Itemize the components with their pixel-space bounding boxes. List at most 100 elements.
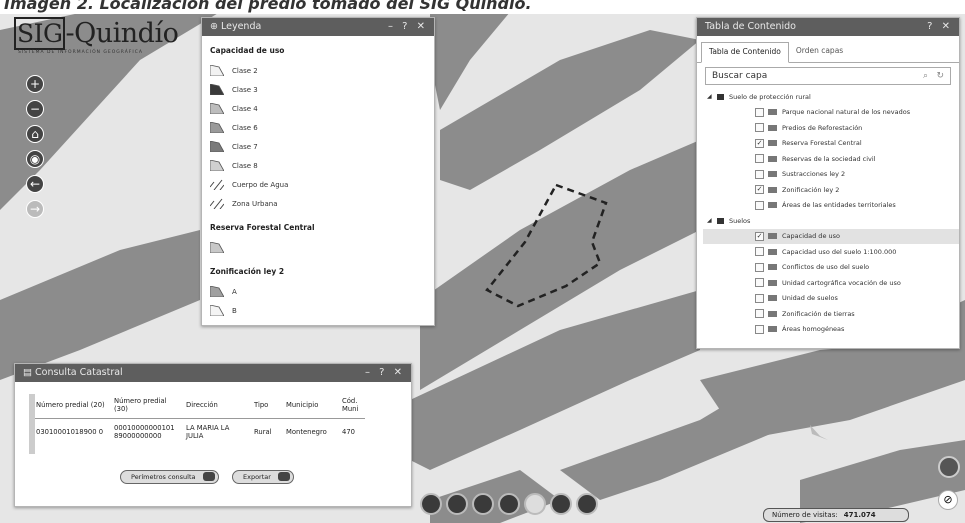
layer-search-input[interactable]: Buscar capa ⌕ ↻ <box>705 67 951 85</box>
layer-group[interactable]: ◢ Suelos <box>703 213 959 229</box>
table-cell: 03010001018900 0 <box>36 428 104 436</box>
legend-swatch-icon <box>210 305 224 316</box>
column-header: Número predial (20) <box>33 392 111 419</box>
expand-icon[interactable]: ◢ <box>707 93 717 100</box>
perimetros-consulta-button[interactable]: Perímetros consulta <box>120 470 219 484</box>
layer-item[interactable]: Áreas homogéneas <box>703 322 959 338</box>
layer-item[interactable]: Capacidad uso del suelo 1:100.000 <box>703 244 959 260</box>
table-scrollbar[interactable] <box>29 394 35 454</box>
column-header: Dirección <box>183 392 251 419</box>
layer-icon <box>768 248 777 255</box>
layer-item[interactable]: ✓ Capacidad de uso <box>703 228 959 244</box>
layer-checkbox[interactable] <box>755 154 764 164</box>
layer-item[interactable]: ✓ Reserva Forestal Central <box>703 136 959 152</box>
legend-item: Zona Urbana <box>210 194 426 213</box>
legend-swatch-icon <box>210 198 224 209</box>
toc-header[interactable]: Tabla de Contenido ? ✕ <box>697 18 959 36</box>
table-header-row: Número predial (20) Número predial (30) … <box>33 392 365 419</box>
refresh-icon[interactable]: ↻ <box>936 68 944 84</box>
layer-checkbox[interactable] <box>755 107 764 117</box>
layer-checkbox[interactable]: ✓ <box>755 231 764 241</box>
legend-item-label: Cuerpo de Agua <box>232 180 289 189</box>
layer-checkbox[interactable] <box>755 200 764 210</box>
consulta-header[interactable]: ▤ Consulta Catastral – ? ✕ <box>15 364 411 382</box>
layer-checkbox[interactable] <box>755 278 764 288</box>
layer-item[interactable]: Reservas de la sociedad civil <box>703 151 959 167</box>
legend-swatch-icon <box>210 84 224 95</box>
layer-checkbox[interactable]: ✓ <box>755 138 764 148</box>
hide-icon[interactable]: ⊘ <box>938 490 958 510</box>
legend-swatch-icon <box>210 141 224 152</box>
select-tool-icon[interactable] <box>498 493 520 515</box>
table-cell: 00010000000101 89000000000 <box>114 424 175 440</box>
legend-item-label: Clase 7 <box>232 142 258 151</box>
legend-item: Clase 4 <box>210 99 426 118</box>
layer-checkbox[interactable] <box>755 262 764 272</box>
zoom-in-button[interactable]: + <box>26 75 44 93</box>
layer-group[interactable]: ◢ Suelo de protección rural <box>703 89 959 105</box>
layer-label: Reservas de la sociedad civil <box>782 154 876 163</box>
print-tool-icon[interactable] <box>576 493 598 515</box>
layer-item[interactable]: Zonificación de tierras <box>703 306 959 322</box>
identify-tool-icon[interactable] <box>472 493 494 515</box>
legend-window-controls[interactable]: – ? ✕ <box>388 18 428 36</box>
legend-window[interactable]: ⊕ Leyenda – ? ✕ Capacidad de uso Clase 2 C… <box>201 17 435 326</box>
draw-tool-icon[interactable] <box>446 493 468 515</box>
layer-checkbox[interactable] <box>755 309 764 319</box>
layer-item[interactable]: Unidad de suelos <box>703 291 959 307</box>
layer-checkbox[interactable] <box>755 293 764 303</box>
layer-item[interactable]: Unidad cartográfica vocación de uso <box>703 275 959 291</box>
layer-item[interactable]: Áreas de las entidades territoriales <box>703 198 959 214</box>
locate-button[interactable]: ◉ <box>26 150 44 168</box>
layer-checkbox[interactable] <box>755 247 764 257</box>
layer-label: Predios de Reforestación <box>782 123 863 132</box>
zoom-out-button[interactable]: − <box>26 100 44 118</box>
layer-icon <box>768 233 777 240</box>
toc-tabs: Tabla de Contenido Orden capas <box>697 36 959 63</box>
layer-checkbox[interactable] <box>755 324 764 334</box>
tab-tabla-contenido[interactable]: Tabla de Contenido <box>701 42 789 63</box>
consulta-window-controls[interactable]: – ? ✕ <box>365 364 405 382</box>
layer-item[interactable]: Predios de Reforestación <box>703 120 959 136</box>
legend-header[interactable]: ⊕ Leyenda – ? ✕ <box>202 18 434 36</box>
legend-item-label: Clase 2 <box>232 66 258 75</box>
layer-item[interactable]: Sustracciones ley 2 <box>703 167 959 183</box>
expand-icon[interactable]: ◢ <box>707 217 717 224</box>
toc-window[interactable]: Tabla de Contenido ? ✕ Tabla de Contenid… <box>696 17 960 349</box>
basemap-button[interactable] <box>938 456 960 478</box>
exportar-button[interactable]: Exportar <box>232 470 294 484</box>
layer-item[interactable]: Parque nacional natural de los nevados <box>703 105 959 121</box>
settings-tool-icon[interactable] <box>550 493 572 515</box>
measure-tool-icon[interactable] <box>420 493 442 515</box>
home-button[interactable]: ⌂ <box>26 125 44 143</box>
layer-icon <box>768 109 777 116</box>
tab-orden-capas[interactable]: Orden capas <box>789 42 850 62</box>
sig-quindio-logo: SIG -Quindío SISTEMA DE INFORMACIÓN GEOGR… <box>14 17 179 55</box>
toc-window-controls[interactable]: ? ✕ <box>927 18 953 36</box>
legend-section-title: Reserva Forestal Central <box>210 223 315 232</box>
consulta-catastral-window[interactable]: ▤ Consulta Catastral – ? ✕ Número predia… <box>14 363 412 507</box>
table-row[interactable]: 03010001018900 0 00010000000101 89000000… <box>33 419 365 446</box>
table-cell: Montenegro <box>286 428 327 436</box>
layer-checkbox[interactable] <box>755 169 764 179</box>
legend-icon: ⊕ <box>210 21 221 32</box>
layer-tree: ◢ Suelo de protección rural Parque naciona… <box>697 89 959 337</box>
legend-item: Clase 3 <box>210 80 426 99</box>
legend-item-label: Clase 3 <box>232 85 258 94</box>
forward-button[interactable]: → <box>26 200 44 218</box>
column-header: Número predial (30) <box>111 392 183 419</box>
layer-item[interactable]: ✓ Zonificación ley 2 <box>703 182 959 198</box>
layer-checkbox[interactable]: ✓ <box>755 185 764 195</box>
layer-item[interactable]: Conflictos de uso del suelo <box>703 260 959 276</box>
layer-label: Áreas de las entidades territoriales <box>782 201 896 210</box>
legend-swatch-icon <box>210 160 224 171</box>
layer-icon <box>768 264 777 271</box>
back-button[interactable]: ← <box>26 175 44 193</box>
consulta-icon: ▤ <box>23 367 35 378</box>
layer-label: Capacidad uso del suelo 1:100.000 <box>782 247 897 256</box>
legend-item: A <box>210 282 426 301</box>
legend-section-title: Capacidad de uso <box>210 46 285 55</box>
layer-checkbox[interactable] <box>755 123 764 133</box>
search-icon[interactable]: ⌕ <box>923 68 928 84</box>
globe-tool-icon[interactable] <box>524 493 546 515</box>
